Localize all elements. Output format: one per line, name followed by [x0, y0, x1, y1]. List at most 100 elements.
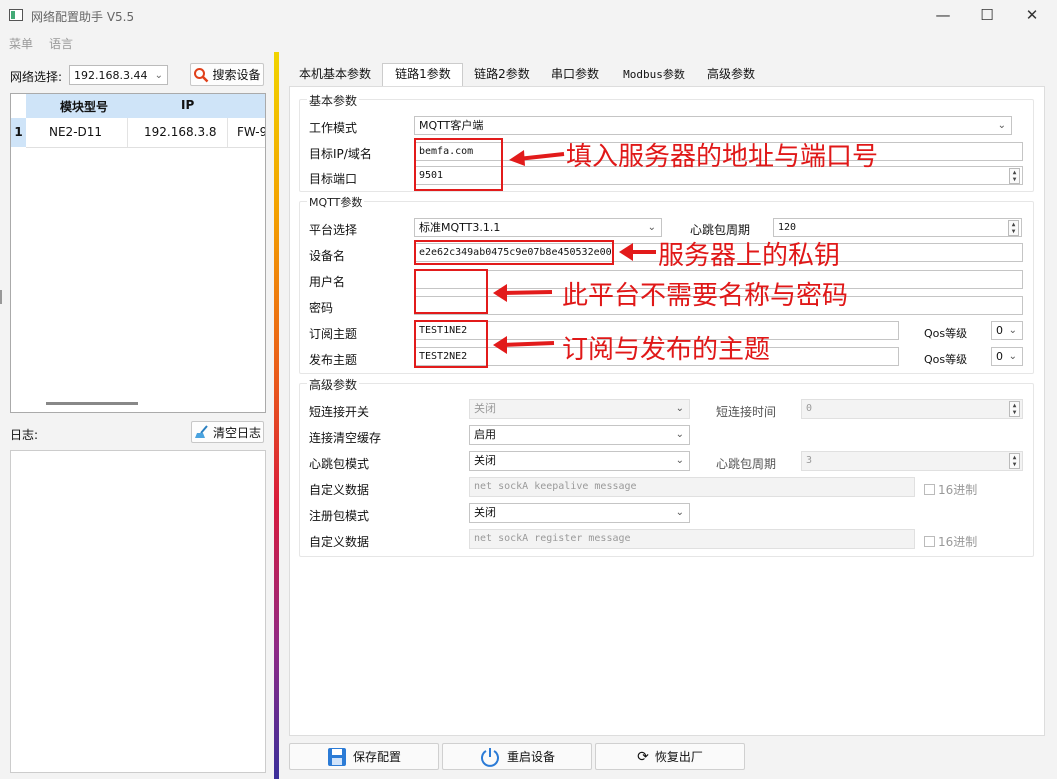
arrow-left-icon	[509, 150, 565, 166]
custom-data-1-label: 自定义数据	[309, 483, 370, 497]
save-config-button[interactable]: 保存配置	[289, 743, 439, 770]
refresh-icon: ⟳	[637, 748, 649, 765]
network-select-label: 网络选择:	[10, 70, 63, 84]
log-area[interactable]	[10, 450, 266, 773]
subscribe-topic-label: 订阅主题	[309, 327, 358, 341]
short-connect-time-value: 0	[806, 403, 813, 414]
short-connect-switch-value: 关闭	[474, 402, 496, 415]
row-divider	[26, 147, 265, 148]
heartbeat-mode-select[interactable]: 关闭 ⌄	[469, 451, 690, 471]
app-icon	[9, 9, 23, 21]
tab-link1-params[interactable]: 链路1参数	[384, 66, 462, 86]
hex-2-checkbox[interactable]: 16进制	[924, 533, 977, 550]
close-button[interactable]: ✕	[1017, 4, 1047, 26]
log-label: 日志:	[10, 428, 39, 442]
mqtt-params-title: MQTT参数	[307, 194, 365, 210]
chevron-down-icon: ⌄	[675, 455, 684, 466]
clear-cache-value: 启用	[474, 428, 496, 441]
chevron-down-icon: ⌄	[1008, 351, 1017, 362]
qos-sub-value: 0	[996, 324, 1003, 337]
topics-highlight-box	[414, 320, 488, 368]
short-connect-switch-select[interactable]: 关闭 ⌄	[469, 399, 690, 419]
restart-device-button[interactable]: 重启设备	[442, 743, 592, 770]
search-device-label: 搜索设备	[212, 68, 261, 82]
cell-model[interactable]: NE2-D11	[26, 118, 128, 147]
cell-ip[interactable]: 192.168.3.8	[128, 118, 228, 147]
register-mode-label: 注册包模式	[309, 509, 370, 523]
chevron-down-icon: ⌄	[675, 429, 684, 440]
spin-arrows-icon[interactable]: ▲ ▼	[1009, 168, 1020, 184]
power-icon	[481, 747, 499, 767]
factory-reset-label: 恢复出厂	[654, 750, 703, 764]
clear-cache-select[interactable]: 启用 ⌄	[469, 425, 690, 445]
qos-sub-label: Qos等级	[924, 327, 968, 340]
chevron-down-icon: ⌄	[154, 70, 163, 81]
short-connect-time-input[interactable]: 0 ▲ ▼	[801, 399, 1023, 419]
panel-divider[interactable]	[274, 52, 279, 779]
title-bar	[0, 0, 1057, 30]
tab-advanced-params[interactable]: 高级参数	[700, 66, 762, 86]
factory-reset-button[interactable]: ⟳ 恢复出厂	[595, 743, 745, 770]
username-label: 用户名	[309, 275, 346, 289]
heartbeat-mode-value: 关闭	[474, 454, 496, 467]
menu-bar	[0, 30, 1057, 54]
spin-arrows-icon[interactable]: ▲ ▼	[1009, 401, 1020, 417]
arrow-left-icon	[493, 336, 555, 354]
device-table[interactable]: 模块型号 IP 1 NE2-D11 192.168.3.8 FW-9	[10, 93, 266, 413]
heartbeat-mode-label: 心跳包模式	[309, 457, 370, 471]
annotation-private-key: 服务器上的私钥	[658, 241, 841, 271]
register-mode-value: 关闭	[474, 506, 496, 519]
arrow-left-icon	[619, 243, 656, 261]
platform-label: 平台选择	[309, 223, 358, 237]
menu-item-menu[interactable]: 菜单	[9, 35, 33, 52]
hex-2-label: 16进制	[938, 535, 978, 549]
save-config-label: 保存配置	[352, 750, 401, 764]
restart-device-label: 重启设备	[506, 750, 555, 764]
qos-pub-label: Qos等级	[924, 353, 968, 366]
password-label: 密码	[309, 301, 334, 315]
network-select-value: 192.168.3.44	[74, 69, 148, 82]
arrow-left-icon	[493, 284, 553, 302]
menu-item-language[interactable]: 语言	[49, 35, 73, 52]
chevron-down-icon: ⌄	[1008, 325, 1017, 336]
tab-modbus-params[interactable]: Modbus参数	[612, 66, 696, 86]
qos-pub-select[interactable]: 0 ⌄	[991, 347, 1023, 366]
spin-arrows-icon[interactable]: ▲ ▼	[1009, 453, 1020, 469]
network-select-dropdown[interactable]: 192.168.3.44 ⌄	[69, 65, 168, 85]
clear-log-button[interactable]: 清空日志	[191, 421, 264, 443]
spin-arrows-icon[interactable]: ▲ ▼	[1008, 220, 1019, 236]
cell-firmware[interactable]: FW-9	[228, 118, 265, 147]
hex-1-label: 16进制	[938, 483, 978, 497]
chevron-down-icon: ⌄	[675, 403, 684, 414]
clear-cache-label: 连接清空缓存	[309, 431, 382, 445]
resize-handle[interactable]	[0, 290, 3, 304]
table-header: 模块型号 IP	[26, 94, 265, 118]
advanced-params-title: 高级参数	[307, 376, 360, 393]
annotation-server-address: 填入服务器的地址与端口号	[566, 142, 879, 172]
chevron-down-icon: ⌄	[997, 120, 1006, 131]
custom-data-1-input[interactable]: net sockA keepalive message	[469, 477, 915, 497]
heartbeat-period2-label: 心跳包周期	[716, 457, 777, 471]
chevron-down-icon: ⌄	[675, 507, 684, 518]
tab-local-params[interactable]: 本机基本参数	[291, 66, 379, 86]
work-mode-select[interactable]: MQTT客户端 ⌄	[414, 116, 1012, 135]
hex-1-checkbox[interactable]: 16进制	[924, 481, 977, 498]
tab-serial-params[interactable]: 串口参数	[543, 66, 607, 86]
checkbox-icon	[924, 484, 935, 495]
platform-select[interactable]: 标准MQTT3.1.1 ⌄	[414, 218, 662, 237]
minimize-button[interactable]: —	[928, 4, 958, 26]
tab-link2-params[interactable]: 链路2参数	[467, 66, 537, 86]
target-port-label: 目标端口	[309, 172, 358, 186]
window-title: 网络配置助手 V5.5	[31, 10, 135, 24]
annotation-no-credentials: 此平台不需要名称与密码	[562, 281, 849, 311]
horizontal-scrollbar[interactable]	[46, 402, 138, 405]
qos-sub-select[interactable]: 0 ⌄	[991, 321, 1023, 340]
heartbeat-period2-input[interactable]: 3 ▲ ▼	[801, 451, 1023, 471]
search-device-button[interactable]: 搜索设备	[190, 63, 264, 86]
clear-log-label: 清空日志	[212, 425, 261, 440]
custom-data-2-input[interactable]: net sockA register message	[469, 529, 915, 549]
register-mode-select[interactable]: 关闭 ⌄	[469, 503, 690, 523]
heartbeat-period-value: 120	[778, 222, 797, 233]
publish-topic-label: 发布主题	[309, 353, 358, 367]
maximize-button[interactable]: ☐	[972, 4, 1002, 26]
